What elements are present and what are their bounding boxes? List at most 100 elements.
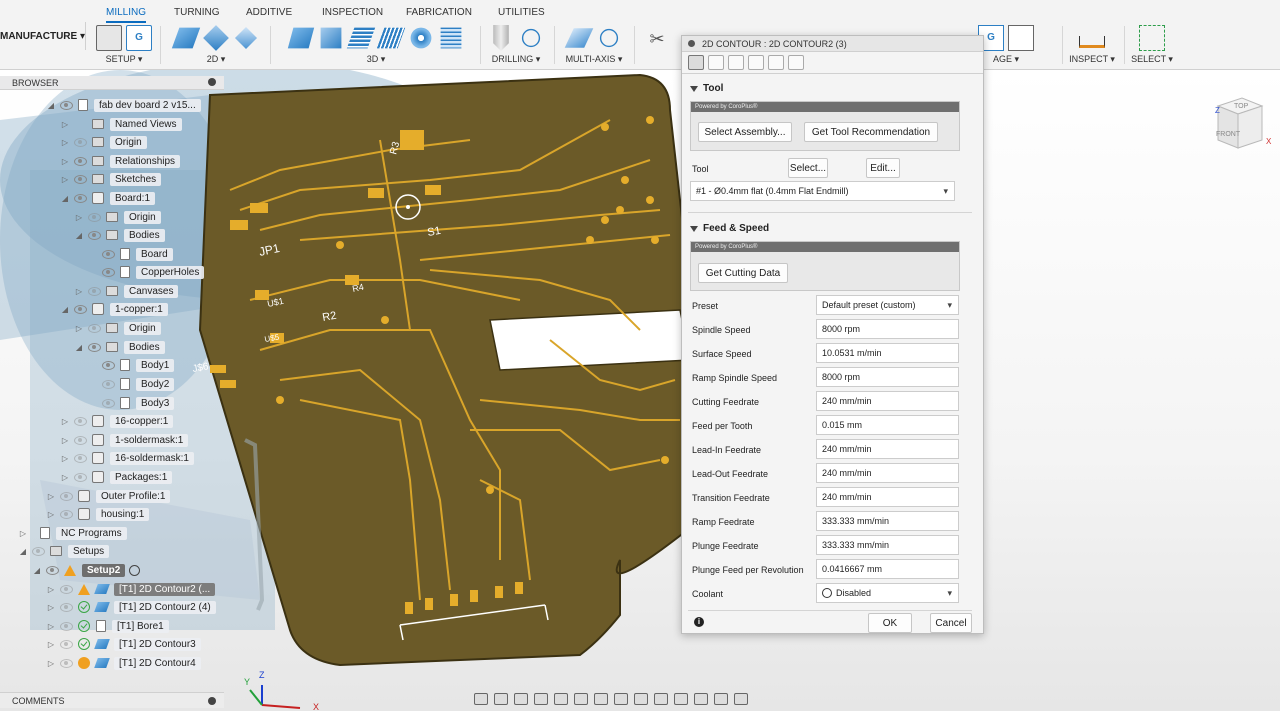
fit-icon[interactable] bbox=[554, 693, 568, 705]
tab-tool-icon[interactable] bbox=[688, 55, 704, 70]
tree-item-body1[interactable]: Body1 bbox=[88, 357, 175, 373]
multiaxis-group-label[interactable]: MULTI-AXIS ▾ bbox=[566, 54, 623, 65]
contour-icon[interactable] bbox=[376, 27, 406, 49]
inspect-group-label[interactable]: INSPECT ▾ bbox=[1069, 54, 1115, 65]
tree-item-relationships[interactable]: ▷ Relationships bbox=[60, 153, 181, 169]
tree-item-bore1[interactable]: ▷ [T1] Bore1 bbox=[46, 618, 169, 634]
radial-icon[interactable] bbox=[410, 27, 432, 49]
swarf-icon[interactable] bbox=[564, 28, 594, 48]
collapse-browser-icon[interactable] bbox=[208, 78, 216, 86]
tree-item-contour2-4[interactable]: ▷ [T1] 2D Contour2 (4) bbox=[46, 599, 216, 615]
preset-select[interactable]: Default preset (custom) bbox=[816, 295, 959, 315]
tree-item-contour4[interactable]: ▷ [T1] 2D Contour4 bbox=[46, 655, 201, 671]
tree-item-copper-bodies[interactable]: ◢ Bodies bbox=[74, 339, 165, 355]
2d-pocket-icon[interactable] bbox=[203, 25, 229, 51]
select-group-label[interactable]: SELECT ▾ bbox=[1131, 54, 1173, 65]
section-icon[interactable] bbox=[634, 693, 648, 705]
tree-item-copper-origin[interactable]: ▷ Origin bbox=[74, 320, 161, 336]
cutting-feedrate-input[interactable]: 240 mm/min bbox=[816, 391, 959, 411]
environment-icon[interactable] bbox=[694, 693, 708, 705]
tool-section-header[interactable]: Tool bbox=[690, 83, 723, 94]
info-icon[interactable]: i bbox=[694, 617, 704, 627]
comments-panel[interactable]: COMMENTS bbox=[0, 692, 224, 708]
workspace-switcher[interactable]: MANUFACTURE ▾ bbox=[0, 22, 86, 50]
look-at-icon[interactable] bbox=[494, 693, 508, 705]
tab-additive[interactable]: ADDITIVE bbox=[246, 7, 292, 18]
tab-geometry-icon[interactable] bbox=[708, 55, 724, 70]
grid-icon[interactable] bbox=[594, 693, 608, 705]
camera-icon[interactable] bbox=[714, 693, 728, 705]
select-assembly-button[interactable]: Select Assembly... bbox=[698, 122, 792, 142]
tab-post-icon[interactable] bbox=[788, 55, 804, 70]
setup-group-label[interactable]: SETUP ▾ bbox=[106, 54, 143, 65]
tree-item-contour2-warning[interactable]: ▷ [T1] 2D Contour2 (... bbox=[46, 581, 216, 597]
view-cube[interactable]: TOP FRONT Z X bbox=[1212, 96, 1272, 152]
tree-item-packages[interactable]: ▷ Packages:1 bbox=[60, 469, 173, 485]
tree-item-canvases[interactable]: ▷ Canvases bbox=[74, 283, 179, 299]
tree-item-16-soldermask[interactable]: ▷ 16-soldermask:1 bbox=[60, 450, 194, 466]
viewports-icon[interactable] bbox=[614, 693, 628, 705]
rotary-icon[interactable] bbox=[599, 28, 619, 48]
tree-item-board-1[interactable]: ◢ Board:1 bbox=[60, 190, 156, 206]
3d-adaptive-icon[interactable] bbox=[287, 27, 315, 49]
edit-tool-button[interactable]: Edit... bbox=[866, 158, 900, 178]
lead-in-feedrate-input[interactable]: 240 mm/min bbox=[816, 439, 959, 459]
tree-item-body-copperholes[interactable]: CopperHoles bbox=[88, 264, 205, 280]
tab-milling[interactable]: MILLING bbox=[106, 7, 147, 23]
tab-passes-icon[interactable] bbox=[748, 55, 764, 70]
steep-shallow-icon[interactable] bbox=[346, 27, 376, 49]
browser-header[interactable]: BROWSER bbox=[0, 76, 224, 90]
surface-speed-input[interactable]: 10.0531 m/min bbox=[816, 343, 959, 363]
scissors-icon[interactable]: ✂ bbox=[644, 26, 670, 52]
ok-button[interactable]: OK bbox=[868, 613, 912, 633]
select-window-icon[interactable] bbox=[1139, 25, 1165, 51]
face-icon[interactable] bbox=[234, 26, 258, 50]
measure-icon[interactable] bbox=[1079, 36, 1105, 48]
add-comment-icon[interactable] bbox=[208, 697, 216, 705]
tree-item-setups[interactable]: ◢ Setups bbox=[18, 543, 110, 559]
ramp-spindle-speed-input[interactable]: 8000 rpm bbox=[816, 367, 959, 387]
tree-item-contour3[interactable]: ▷ [T1] 2D Contour3 bbox=[46, 636, 201, 652]
tree-item-1-soldermask[interactable]: ▷ 1-soldermask:1 bbox=[60, 432, 189, 448]
lead-out-feedrate-input[interactable]: 240 mm/min bbox=[816, 463, 959, 483]
tab-linking-icon[interactable] bbox=[768, 55, 784, 70]
select-tool-button[interactable]: Select... bbox=[788, 158, 828, 178]
plunge-feed-per-rev-input[interactable]: 0.0416667 mm bbox=[816, 559, 959, 579]
cancel-button[interactable]: Cancel bbox=[930, 613, 972, 633]
nc-sheet-icon[interactable] bbox=[1008, 25, 1034, 51]
tree-item-1-copper[interactable]: ◢ 1-copper:1 bbox=[60, 301, 168, 317]
feed-per-tooth-input[interactable]: 0.015 mm bbox=[816, 415, 959, 435]
tree-item-origin[interactable]: ▷ Origin bbox=[60, 134, 147, 150]
tree-item-board-origin[interactable]: ▷ Origin bbox=[74, 209, 161, 225]
tool-select[interactable]: #1 - Ø0.4mm flat (0.4mm Flat Endmill) bbox=[690, 181, 955, 201]
tree-item-body2[interactable]: Body2 bbox=[88, 376, 175, 392]
drill-icon[interactable] bbox=[493, 25, 509, 51]
feed-speed-section-header[interactable]: Feed & Speed bbox=[690, 223, 769, 234]
display-settings-icon[interactable] bbox=[574, 693, 588, 705]
coolant-select[interactable]: Disabled bbox=[816, 583, 959, 603]
manage-group-label[interactable]: AGE ▾ bbox=[993, 54, 1019, 65]
plunge-feedrate-input[interactable]: 333.333 mm/min bbox=[816, 535, 959, 555]
spindle-speed-input[interactable]: 8000 rpm bbox=[816, 319, 959, 339]
tab-inspection[interactable]: INSPECTION bbox=[322, 7, 383, 18]
get-tool-recommendation-button[interactable]: Get Tool Recommendation bbox=[804, 122, 938, 142]
tree-item-setup2[interactable]: ◢ Setup2 bbox=[32, 562, 141, 578]
tree-item-sketches[interactable]: ▷ Sketches bbox=[60, 171, 162, 187]
g-code-icon[interactable]: G bbox=[126, 25, 152, 51]
tree-item-body-board[interactable]: Board bbox=[88, 246, 173, 262]
folder-setup-icon[interactable] bbox=[96, 25, 122, 51]
dialog-close-icon[interactable] bbox=[688, 40, 695, 47]
tree-item-16-copper[interactable]: ▷ 16-copper:1 bbox=[60, 413, 174, 429]
zoom-icon[interactable] bbox=[534, 693, 548, 705]
get-cutting-data-button[interactable]: Get Cutting Data bbox=[698, 263, 788, 283]
tree-item-housing[interactable]: ▷ housing:1 bbox=[46, 506, 150, 522]
tree-item-root[interactable]: ◢ fab dev board 2 v15... bbox=[46, 97, 201, 113]
dialog-header[interactable]: 2D CONTOUR : 2D CONTOUR2 (3) bbox=[682, 36, 983, 52]
rotate-icon[interactable] bbox=[654, 693, 668, 705]
transition-feedrate-input[interactable]: 240 mm/min bbox=[816, 487, 959, 507]
tree-item-nc-programs[interactable]: ▷ NC Programs bbox=[18, 525, 127, 541]
visual-style-icon[interactable] bbox=[674, 693, 688, 705]
3d-group-label[interactable]: 3D ▾ bbox=[367, 54, 386, 65]
tab-turning[interactable]: TURNING bbox=[174, 7, 220, 18]
tree-item-named-views[interactable]: ▷ Named Views bbox=[60, 116, 182, 132]
